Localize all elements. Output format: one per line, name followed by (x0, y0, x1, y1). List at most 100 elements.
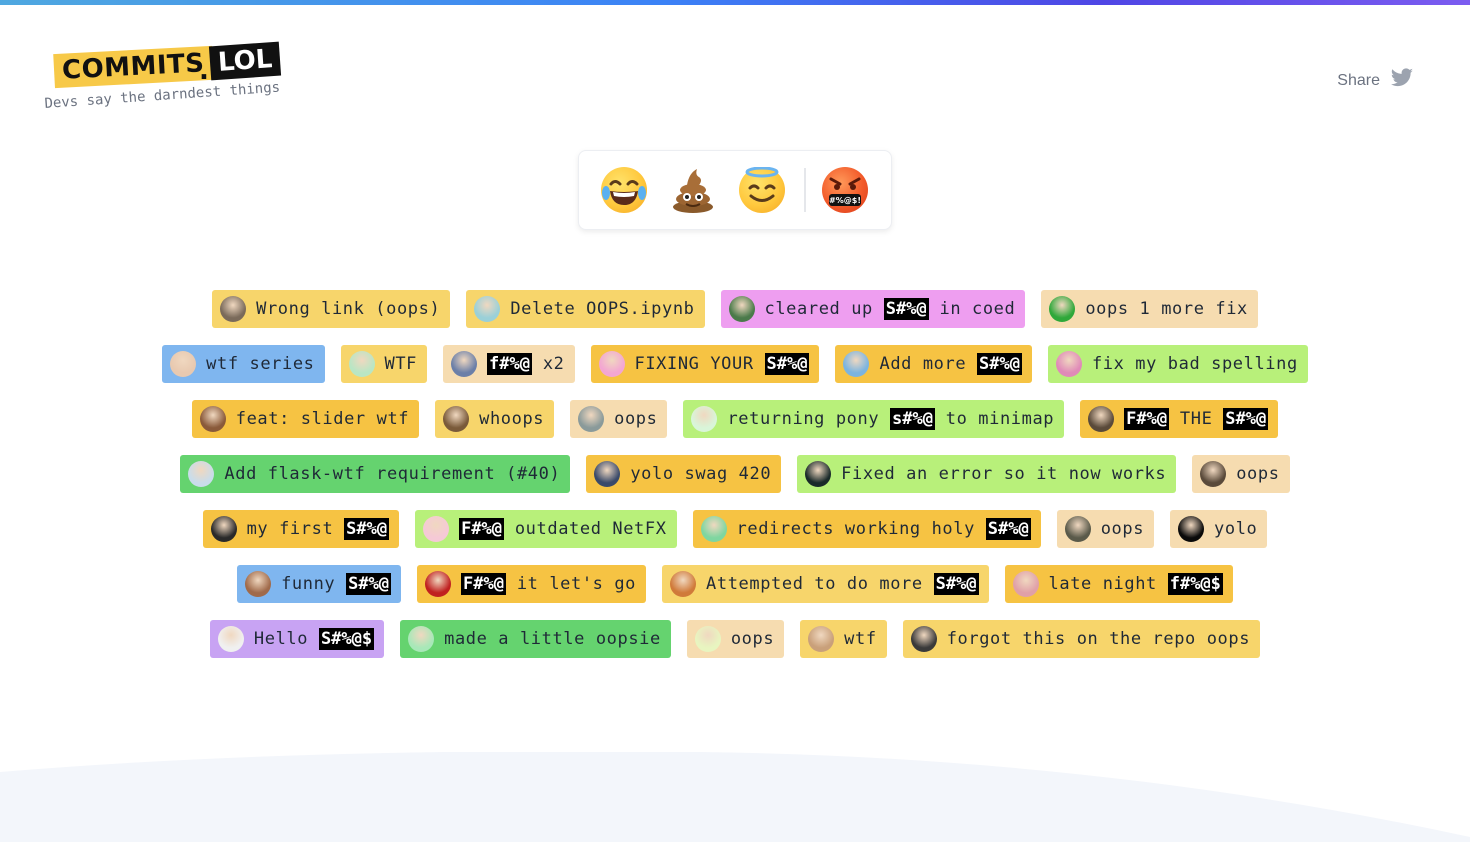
avatar (170, 351, 197, 377)
commit-tag[interactable]: cleared up S#%@ in coed (720, 290, 1026, 328)
commit-tag[interactable]: late night f#%@$ (1004, 565, 1233, 603)
commit-tag[interactable]: Delete OOPS.ipynb (466, 290, 705, 328)
message-text: oops (1236, 464, 1280, 484)
commit-message: late night f#%@$ (1049, 573, 1223, 595)
footer-wave (0, 752, 1470, 842)
avatar (210, 516, 237, 542)
commit-tag[interactable]: returning pony s#%@ to minimap (683, 400, 1065, 438)
message-text: whoops (479, 409, 545, 429)
commit-tag[interactable]: Wrong link (oops) (212, 290, 451, 328)
commit-message: yolo (1214, 519, 1257, 539)
avatar (1200, 461, 1227, 487)
commit-tag[interactable]: feat: slider wtf (191, 400, 420, 438)
message-text: WTF (384, 354, 418, 374)
commit-message: Delete OOPS.ipynb (510, 299, 694, 319)
commit-tag[interactable]: whoops (435, 400, 555, 438)
commit-tags: Wrong link (oops) Delete OOPS.ipynb cleare… (0, 290, 1470, 675)
cursing-text: #%@$! (829, 196, 861, 205)
commit-tag[interactable]: oops (570, 400, 668, 438)
commit-message: wtf series (206, 354, 314, 374)
commit-tag[interactable]: F#%@ it let's go (417, 565, 647, 603)
cursing-emoji-button[interactable]: #%@$! (822, 167, 868, 213)
avatar (691, 406, 718, 432)
message-text: feat: slider wtf (235, 409, 410, 429)
commit-message: Wrong link (oops) (256, 299, 440, 319)
tag-row: my first S#%@ F#%@ outdated NetFX redirect… (0, 510, 1470, 548)
logo-lol: LOL (208, 41, 282, 81)
commit-tag[interactable]: WTF (340, 345, 428, 383)
avatar (217, 626, 244, 652)
commit-tag[interactable]: oops 1 more fix (1041, 290, 1258, 328)
commit-message: redirects working holy S#%@ (737, 518, 1031, 540)
message-text: to minimap (934, 409, 1055, 429)
commit-tag[interactable]: yolo swag 420 (586, 455, 782, 493)
message-text: FIXING YOUR (634, 354, 765, 374)
message-text: forgot this on the repo oops (946, 629, 1251, 649)
message-text: funny (281, 574, 347, 594)
message-text: THE (1169, 409, 1224, 429)
commit-message: fix my bad spelling (1092, 354, 1298, 374)
censored-word: S#%@ (977, 353, 1022, 375)
logo-commits: COMMITS (53, 45, 214, 89)
message-text: fix my bad spelling (1091, 354, 1298, 374)
avatar (594, 461, 621, 487)
message-text: Add more (879, 354, 977, 374)
commit-message: my first S#%@ (247, 518, 390, 540)
commit-tag[interactable]: Add flask-wtf requirement (#40) (180, 455, 571, 493)
commit-tag[interactable]: Add more S#%@ (835, 345, 1032, 383)
avatar (199, 406, 226, 432)
commit-tag[interactable]: Hello S#%@$ (209, 620, 385, 658)
message-text: Add flask-wtf requirement (#40) (224, 464, 561, 484)
message-text: in coed (928, 299, 1016, 319)
commit-tag[interactable]: made a little oopsie (400, 620, 671, 658)
innocent-emoji-button[interactable] (739, 167, 786, 213)
commit-tag[interactable]: funny S#%@ (237, 565, 402, 603)
commit-tag[interactable]: oops (1192, 455, 1290, 493)
commit-tag[interactable]: fix my bad spelling (1047, 345, 1308, 383)
tag-row: wtf series WTF f#%@ x2 FIXING YOUR S#%@ Add … (0, 345, 1470, 383)
commit-tag[interactable]: yolo (1170, 510, 1268, 548)
avatar (670, 571, 697, 597)
message-text: wtf (844, 629, 877, 649)
commit-tag[interactable]: f#%@ x2 (443, 345, 575, 383)
avatar (188, 461, 215, 487)
censored-word: F#%@ (1124, 408, 1170, 430)
joy-emoji-button[interactable] (601, 167, 647, 213)
commit-message: cleared up S#%@ in coed (765, 298, 1016, 320)
commit-tag[interactable]: Fixed an error so it now works (797, 455, 1177, 493)
message-text: made a little oopsie (444, 629, 661, 649)
commit-tag[interactable]: FIXING YOUR S#%@ (590, 345, 820, 383)
commit-tag[interactable]: oops (686, 620, 785, 658)
message-text: outdated NetFX (504, 519, 667, 539)
logo-dot: . (199, 56, 209, 86)
innocent-icon (739, 167, 786, 213)
commit-tag[interactable]: wtf (800, 620, 887, 658)
avatar (408, 626, 435, 652)
commit-tag[interactable]: F#%@ THE S#%@ (1080, 400, 1279, 438)
commit-message: Attempted to do more S#%@ (706, 573, 979, 595)
commit-message: f#%@ x2 (487, 353, 564, 375)
commit-message: forgot this on the repo oops (947, 629, 1250, 649)
commit-tag[interactable]: Attempted to do more S#%@ (662, 565, 989, 603)
censored-word: S#%@ (985, 518, 1031, 540)
commit-tag[interactable]: oops (1056, 510, 1155, 548)
avatar (694, 626, 721, 652)
commit-tag[interactable]: F#%@ outdated NetFX (415, 510, 677, 548)
commit-message: F#%@ it let's go (461, 573, 636, 595)
poop-emoji-button[interactable] (670, 167, 715, 213)
commit-tag[interactable]: my first S#%@ (202, 510, 400, 548)
censored-word: S#%@ (344, 518, 390, 540)
commit-message: funny S#%@ (281, 573, 392, 595)
avatar (220, 296, 247, 322)
censored-word: F#%@ (461, 573, 506, 595)
emoji-separator (804, 168, 806, 212)
tag-row: Wrong link (oops) Delete OOPS.ipynb cleare… (0, 290, 1470, 328)
message-text: returning pony (727, 409, 890, 429)
commit-tag[interactable]: forgot this on the repo oops (902, 620, 1261, 658)
avatar (578, 406, 605, 432)
commit-tag[interactable]: wtf series (162, 345, 325, 383)
message-text: yolo swag 420 (630, 464, 772, 484)
commit-message: oops (614, 409, 657, 429)
share-button[interactable]: Share (1337, 66, 1414, 95)
commit-tag[interactable]: redirects working holy S#%@ (692, 510, 1041, 548)
